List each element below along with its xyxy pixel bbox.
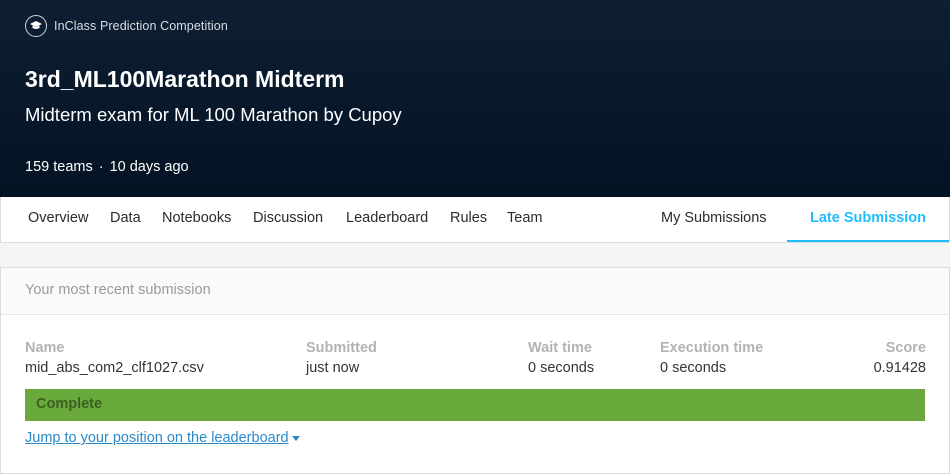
meta-separator: · bbox=[98, 159, 104, 175]
competition-type-badge: InClass Prediction Competition bbox=[25, 15, 228, 37]
tab-discussion[interactable]: Discussion bbox=[253, 197, 323, 242]
jump-to-leaderboard-link[interactable]: Jump to your position on the leaderboard bbox=[25, 430, 300, 446]
submitted-column: Submitted just now bbox=[306, 340, 377, 376]
tab-leaderboard[interactable]: Leaderboard bbox=[346, 197, 428, 242]
status-label: Complete bbox=[36, 396, 103, 412]
wait-time-value: 0 seconds bbox=[528, 360, 595, 376]
card-header: Your most recent submission bbox=[1, 268, 949, 315]
caret-down-icon bbox=[291, 435, 300, 441]
name-column: Name mid_abs_com2_clf1027.csv bbox=[25, 340, 204, 376]
recent-submission-card: Your most recent submission Name mid_abs… bbox=[0, 267, 950, 474]
competition-meta: 159 teams · 10 days ago bbox=[25, 159, 189, 175]
tab-team[interactable]: Team bbox=[507, 197, 542, 242]
jump-link-label: Jump to your position on the leaderboard bbox=[25, 430, 289, 446]
execution-time-value: 0 seconds bbox=[660, 360, 727, 376]
tab-data[interactable]: Data bbox=[110, 197, 141, 242]
status-bar: Complete bbox=[25, 389, 925, 421]
competition-age: 10 days ago bbox=[109, 159, 189, 175]
competition-tabs: Overview Data Notebooks Discussion Leade… bbox=[0, 197, 950, 243]
competition-type-label: InClass Prediction Competition bbox=[54, 19, 228, 33]
competition-header: InClass Prediction Competition 3rd_ML100… bbox=[0, 0, 950, 197]
competition-title: 3rd_ML100Marathon Midterm bbox=[25, 66, 345, 92]
score-value: 0.91428 bbox=[873, 360, 926, 376]
tab-late-submission[interactable]: Late Submission bbox=[787, 197, 949, 242]
name-header: Name bbox=[25, 340, 65, 356]
submission-filename: mid_abs_com2_clf1027.csv bbox=[25, 360, 204, 376]
submitted-value: just now bbox=[306, 360, 360, 376]
execution-time-column: Execution time 0 seconds bbox=[660, 340, 763, 376]
tab-notebooks[interactable]: Notebooks bbox=[162, 197, 231, 242]
wait-time-column: Wait time 0 seconds bbox=[528, 340, 594, 376]
score-column: Score 0.91428 bbox=[874, 340, 926, 376]
execution-time-header: Execution time bbox=[660, 340, 764, 356]
card-title: Your most recent submission bbox=[25, 282, 211, 298]
competition-subtitle: Midterm exam for ML 100 Marathon by Cupo… bbox=[25, 104, 402, 125]
submitted-header: Submitted bbox=[306, 340, 377, 356]
graduation-cap-icon bbox=[25, 15, 47, 37]
tab-overview[interactable]: Overview bbox=[28, 197, 88, 242]
tab-rules[interactable]: Rules bbox=[450, 197, 487, 242]
score-header: Score bbox=[885, 340, 926, 356]
tab-my-submissions[interactable]: My Submissions bbox=[661, 197, 767, 242]
wait-time-header: Wait time bbox=[528, 340, 592, 356]
teams-count: 159 teams bbox=[25, 159, 93, 175]
